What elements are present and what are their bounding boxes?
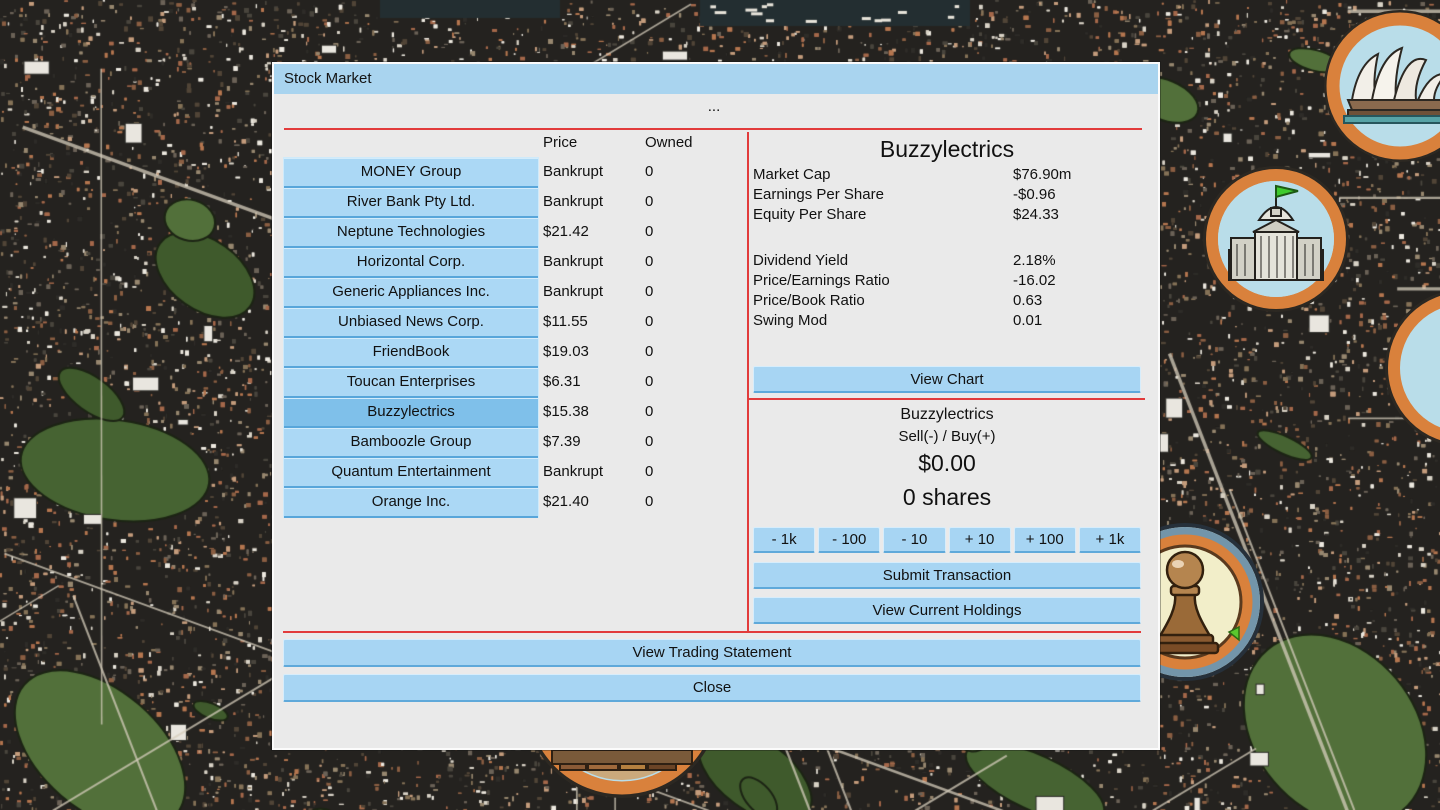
ellipsis-label: ...	[274, 98, 1154, 115]
panel-divider	[747, 132, 749, 632]
stat-value: -$0.96	[1013, 186, 1056, 203]
view-chart-button[interactable]: View Chart	[753, 366, 1141, 393]
price-cell: $15.38	[543, 397, 603, 427]
stat-label: Equity Per Share	[753, 206, 866, 223]
owned-cell: 0	[645, 217, 653, 247]
company-button-orange-inc[interactable]: Orange Inc.	[284, 488, 538, 518]
owned-cell: 0	[645, 457, 653, 487]
buy-10-button[interactable]: + 10	[949, 527, 1011, 553]
company-button-buzzylectrics-selected[interactable]: Buzzylectrics	[284, 398, 538, 428]
stat-label: Price/Earnings Ratio	[753, 272, 890, 289]
sell-10-button[interactable]: - 10	[883, 527, 945, 553]
stat-value: $24.33	[1013, 206, 1059, 223]
stat-value: 2.18%	[1013, 252, 1056, 269]
capitol-building-icon	[1201, 164, 1351, 314]
stat-value: 0.63	[1013, 292, 1042, 309]
price-column: Bankrupt Bankrupt $21.42 Bankrupt Bankru…	[543, 157, 603, 517]
company-button-generic-appliances[interactable]: Generic Appliances Inc.	[284, 278, 538, 308]
company-button-friendbook[interactable]: FriendBook	[284, 338, 538, 368]
company-button-neptune-technologies[interactable]: Neptune Technologies	[284, 218, 538, 248]
window-title: Stock Market	[284, 70, 372, 87]
owned-cell: 0	[645, 307, 653, 337]
company-button-unbiased-news[interactable]: Unbiased News Corp.	[284, 308, 538, 338]
price-cell: Bankrupt	[543, 247, 603, 277]
sell-1k-button[interactable]: - 1k	[753, 527, 815, 553]
stock-market-window: Stock Market ... Price Owned MONEY Group…	[272, 62, 1160, 750]
price-cell: $7.39	[543, 427, 603, 457]
stat-value: -16.02	[1013, 272, 1056, 289]
price-cell: $19.03	[543, 337, 603, 367]
price-column-header: Price	[543, 134, 577, 151]
company-button-horizontal-corp[interactable]: Horizontal Corp.	[284, 248, 538, 278]
view-trading-statement-button[interactable]: View Trading Statement	[283, 639, 1141, 667]
price-cell: Bankrupt	[543, 157, 603, 187]
stat-label: Earnings Per Share	[753, 186, 884, 203]
price-cell: $11.55	[543, 307, 603, 337]
owned-cell: 0	[645, 247, 653, 277]
capitol-badge[interactable]	[1201, 164, 1351, 319]
window-titlebar: Stock Market	[274, 64, 1158, 94]
monument-icon	[1384, 288, 1440, 448]
company-list: MONEY Group River Bank Pty Ltd. Neptune …	[283, 157, 539, 518]
top-divider	[284, 128, 1142, 130]
opera-house-icon	[1322, 8, 1440, 164]
footer-divider	[283, 631, 1141, 633]
owned-cell: 0	[645, 187, 653, 217]
company-button-bamboozle-group[interactable]: Bamboozle Group	[284, 428, 538, 458]
stat-earnings-per-share: Earnings Per Share -$0.96	[753, 186, 1141, 206]
stat-equity-per-share: Equity Per Share $24.33	[753, 206, 1141, 226]
detail-company-title: Buzzylectrics	[753, 136, 1141, 163]
trade-company-name: Buzzylectrics	[753, 406, 1141, 424]
owned-cell: 0	[645, 487, 653, 517]
price-cell: $21.42	[543, 217, 603, 247]
submit-transaction-button[interactable]: Submit Transaction	[753, 562, 1141, 589]
price-cell: $6.31	[543, 367, 603, 397]
stat-value: 0.01	[1013, 312, 1042, 329]
stat-label: Price/Book Ratio	[753, 292, 865, 309]
company-button-quantum-entertainment[interactable]: Quantum Entertainment	[284, 458, 538, 488]
opera-house-badge[interactable]	[1322, 8, 1440, 169]
stat-swing-mod: Swing Mod 0.01	[753, 312, 1141, 332]
stat-label: Dividend Yield	[753, 252, 848, 269]
stat-label: Market Cap	[753, 166, 831, 183]
buy-1k-button[interactable]: + 1k	[1079, 527, 1141, 553]
owned-column: 0 0 0 0 0 0 0 0 0 0 0 0	[645, 157, 653, 517]
stat-label: Swing Mod	[753, 312, 827, 329]
buy-100-button[interactable]: + 100	[1014, 527, 1076, 553]
company-button-river-bank[interactable]: River Bank Pty Ltd.	[284, 188, 538, 218]
price-cell: Bankrupt	[543, 277, 603, 307]
close-button[interactable]: Close	[283, 674, 1141, 702]
owned-cell: 0	[645, 157, 653, 187]
owned-cell: 0	[645, 277, 653, 307]
stat-price-book-ratio: Price/Book Ratio 0.63	[753, 292, 1141, 312]
trade-amount-value: $0.00	[753, 450, 1141, 477]
company-button-toucan-enterprises[interactable]: Toucan Enterprises	[284, 368, 538, 398]
trade-shares-value: 0 shares	[753, 484, 1141, 511]
trade-step-buttons: - 1k - 100 - 10 + 10 + 100 + 1k	[753, 527, 1141, 553]
stat-market-cap: Market Cap $76.90m	[753, 166, 1141, 186]
owned-cell: 0	[645, 427, 653, 457]
owned-column-header: Owned	[645, 134, 693, 151]
stat-value: $76.90m	[1013, 166, 1071, 183]
price-cell: $21.40	[543, 487, 603, 517]
game-screen: Stock Market ... Price Owned MONEY Group…	[0, 0, 1440, 810]
monument-badge[interactable]	[1384, 288, 1440, 453]
stat-price-earnings-ratio: Price/Earnings Ratio -16.02	[753, 272, 1141, 292]
price-cell: Bankrupt	[543, 457, 603, 487]
owned-cell: 0	[645, 397, 653, 427]
sell-100-button[interactable]: - 100	[818, 527, 880, 553]
price-cell: Bankrupt	[543, 187, 603, 217]
trade-direction-label: Sell(-) / Buy(+)	[753, 428, 1141, 445]
trade-divider	[747, 398, 1145, 400]
owned-cell: 0	[645, 337, 653, 367]
company-button-money-group[interactable]: MONEY Group	[284, 158, 538, 188]
stat-dividend-yield: Dividend Yield 2.18%	[753, 252, 1141, 272]
owned-cell: 0	[645, 367, 653, 397]
view-current-holdings-button[interactable]: View Current Holdings	[753, 597, 1141, 624]
